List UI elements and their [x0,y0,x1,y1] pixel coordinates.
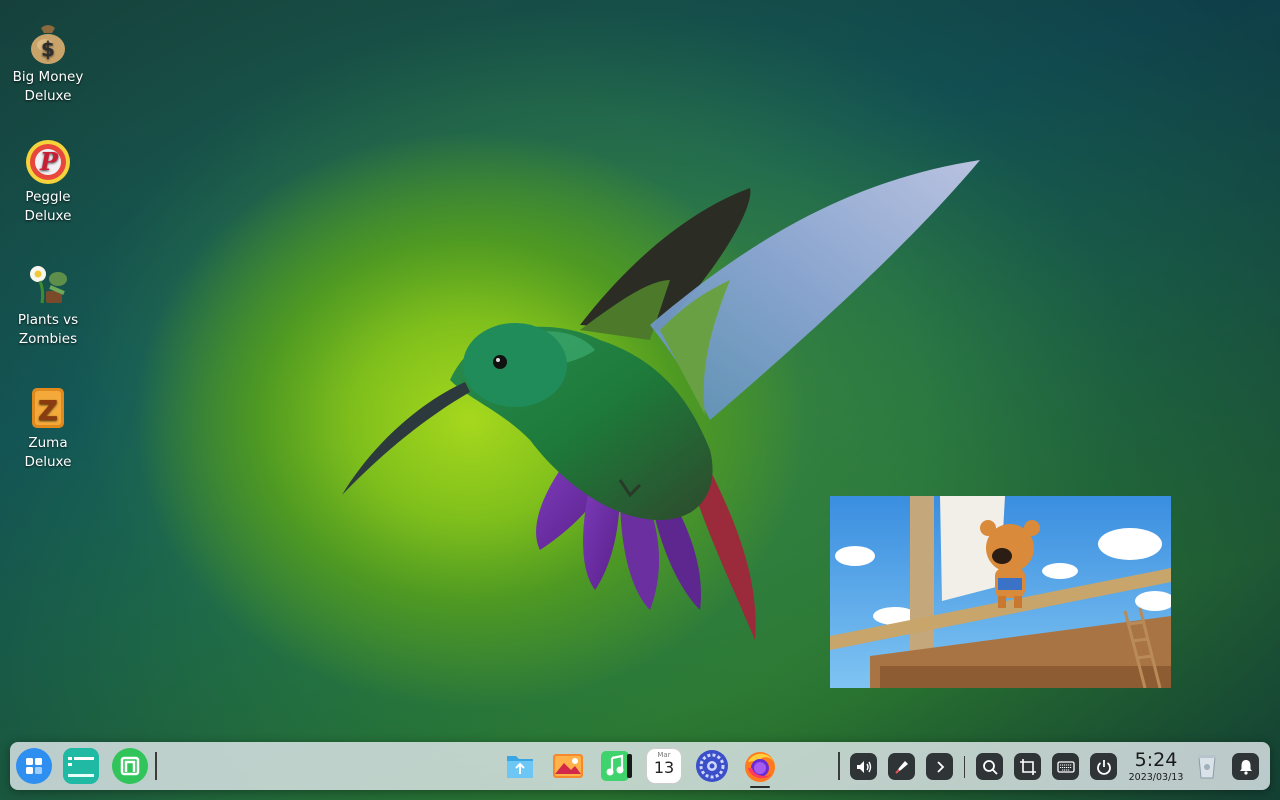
search-button[interactable] [976,753,1003,780]
svg-text:P: P [39,147,59,176]
trash-button[interactable] [1192,751,1222,781]
launcher-button[interactable] [16,748,52,784]
desktop-icon-big-money[interactable]: $ Big Money Deluxe [4,18,92,106]
desktop-icon-label: Peggle Deluxe [24,189,72,224]
chevron-right-icon [936,760,944,773]
keyboard-button[interactable] [1052,753,1079,780]
svg-text:Z: Z [38,394,58,427]
firefox-icon [745,752,775,782]
control-center-icon [696,750,728,782]
pen-tool-button[interactable] [888,753,915,780]
app-store-button[interactable] [112,748,148,784]
tray-separator [964,756,965,778]
music-icon [601,751,632,781]
app-store-icon [120,756,140,776]
video-frame [830,496,1171,688]
image-viewer-icon [553,754,583,778]
expand-tray-button[interactable] [926,753,953,780]
screenshot-icon [1019,758,1036,775]
trash-icon [1198,755,1216,779]
clock-date[interactable]: 2023/03/13 [1122,772,1190,783]
desktop-icon-plants-vs-zombies[interactable]: Plants vs Zombies [4,261,92,349]
multitask-view-button[interactable] [63,748,99,784]
notification-bell-icon [1239,759,1252,775]
desktop-icon-label: Zuma Deluxe [24,435,72,470]
dock-separator [155,752,157,780]
plants-vs-zombies-icon [30,266,67,304]
multitask-view-icon [68,757,94,777]
desktop-icon-peggle[interactable]: P Peggle Deluxe [4,138,92,226]
file-manager-button[interactable] [502,748,538,784]
calendar-icon: Mar 13 [647,749,681,783]
control-center-button[interactable] [694,748,730,784]
pen-icon [894,760,908,774]
firefox-button[interactable] [742,748,778,784]
power-icon [1096,759,1111,775]
power-button[interactable] [1090,753,1117,780]
peggle-icon: P [26,140,70,184]
clock-time[interactable]: 5:24 [1128,749,1184,771]
desktop-icon-label: Big Money Deluxe [12,69,84,104]
volume-icon [856,760,871,773]
keyboard-icon [1056,760,1075,773]
desktop-icon-zuma[interactable]: Z Zuma Deluxe [4,384,92,472]
calendar-day: 13 [653,758,675,777]
screenshot-button[interactable] [1014,753,1041,780]
calendar-button[interactable]: Mar 13 [646,748,682,784]
money-bag-icon: $ [31,25,65,64]
volume-button[interactable] [850,753,877,780]
taskbar: Mar 13 5:24 2023/03/13 [10,742,1270,790]
file-manager-icon [507,756,533,778]
dock-separator [838,752,840,780]
video-preview-window[interactable] [830,496,1171,688]
svg-text:$: $ [41,37,55,61]
image-viewer-button[interactable] [550,748,586,784]
music-player-button[interactable] [598,748,634,784]
search-icon [982,759,998,775]
firefox-running-indicator [750,786,770,788]
desktop-icon-label: Plants vs Zombies [17,312,79,347]
launcher-icon [26,758,42,774]
zuma-icon: Z [32,388,64,428]
notification-button[interactable] [1232,753,1259,780]
